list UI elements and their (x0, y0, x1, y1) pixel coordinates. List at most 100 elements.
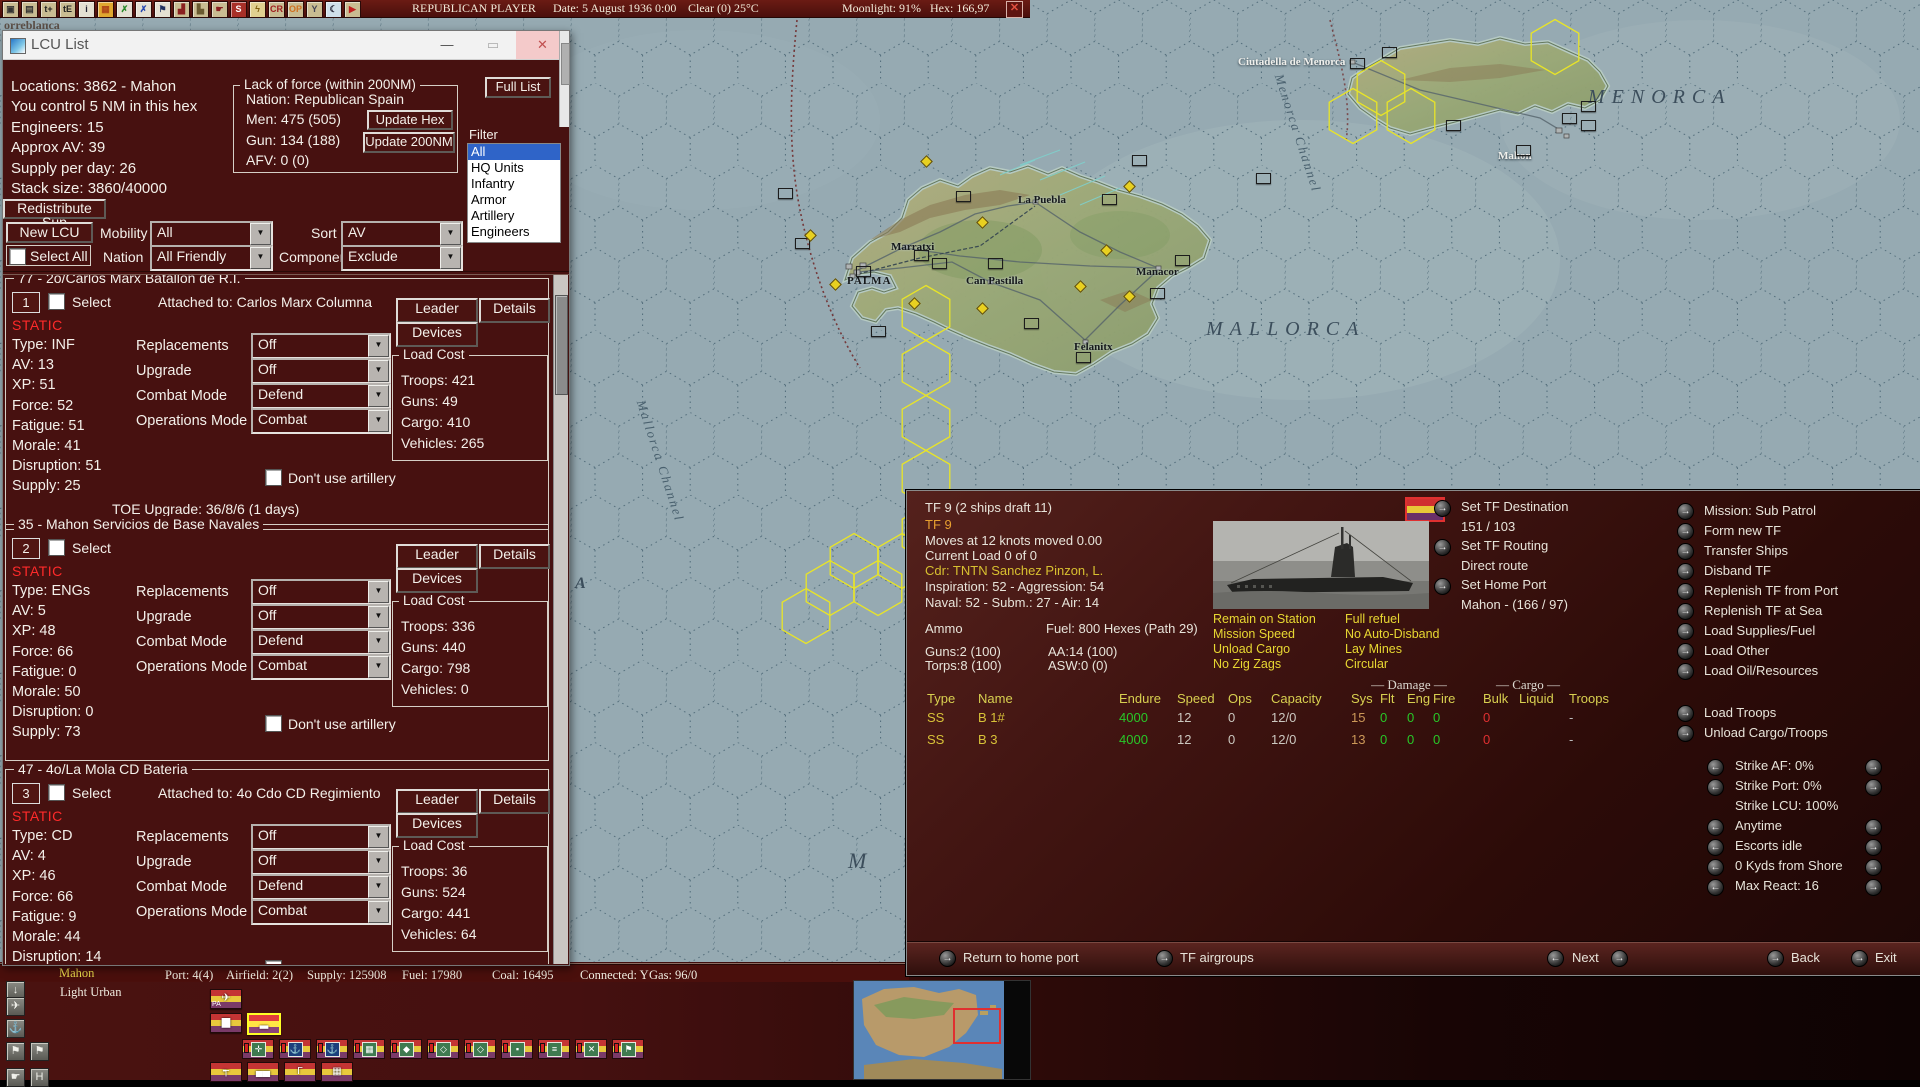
operations-mode-dropdown[interactable]: Combat▼ (251, 408, 391, 434)
arrow-icon[interactable]: → (1677, 583, 1694, 600)
chevron-down-icon[interactable]: ▼ (368, 385, 389, 407)
support-symbol-icon[interactable]: ┭ (211, 1064, 241, 1080)
support-symbol-icon[interactable]: ▦ (322, 1064, 352, 1080)
republican-flag-icon[interactable] (1132, 155, 1147, 166)
republican-flag-icon[interactable] (778, 188, 793, 199)
tf-status-toggle[interactable]: Full refuel (1345, 612, 1440, 626)
new-lcu-button[interactable]: New LCU (6, 222, 93, 243)
republican-flag-icon[interactable] (1562, 113, 1577, 124)
republican-flag-icon[interactable] (1076, 352, 1091, 363)
chevron-down-icon[interactable]: ▼ (440, 247, 461, 269)
decrease-arrow-button[interactable]: ← (1707, 859, 1724, 876)
unit-symbol-icon[interactable]: ✕ (584, 1042, 599, 1057)
combat-mode-dropdown[interactable]: Defend▼ (251, 383, 391, 409)
chevron-down-icon[interactable]: ▼ (368, 851, 389, 873)
unit-select-checkbox[interactable] (48, 293, 65, 310)
republican-flag-icon[interactable] (1256, 173, 1271, 184)
tf-status-toggle[interactable]: Mission Speed (1213, 627, 1316, 641)
arrow-icon[interactable]: → (1677, 543, 1694, 560)
unit-symbol-icon[interactable]: ⚑ (621, 1042, 636, 1057)
chevron-down-icon[interactable]: ▼ (368, 631, 389, 653)
ship-tile[interactable]: ▆ (210, 1013, 242, 1033)
update-hex-button[interactable]: Update Hex (367, 110, 453, 130)
ship-tile-selected[interactable]: ▂ (247, 1013, 281, 1035)
devices-button[interactable]: Devices (396, 568, 478, 593)
tf-dest-row[interactable]: Direct route (1461, 558, 1528, 573)
leader-button[interactable]: Leader (396, 544, 478, 569)
arrow-button[interactable]: → (1434, 539, 1451, 556)
tf-status-toggle[interactable]: No Auto-Disband (1345, 627, 1440, 641)
tf-airgroups-button[interactable]: TF airgroups (1180, 950, 1254, 965)
republican-flag-icon[interactable] (932, 258, 947, 269)
unit-number-button[interactable]: 3 (12, 783, 40, 804)
tf-command[interactable]: →Mission: Sub Patrol (1677, 503, 1838, 520)
tf-command[interactable]: →Disband TF (1677, 563, 1838, 580)
tf-command[interactable]: →Transfer Ships (1677, 543, 1838, 560)
arrow-icon[interactable]: → (1677, 725, 1694, 742)
upgrade-dropdown[interactable]: Off▼ (251, 604, 391, 630)
republican-flag-icon[interactable] (914, 250, 929, 261)
chevron-down-icon[interactable]: ▼ (368, 901, 389, 923)
upgrade-dropdown[interactable]: Off▼ (251, 358, 391, 384)
unit-symbol-icon[interactable]: ⚓ (325, 1042, 340, 1057)
republican-flag-icon[interactable] (1024, 318, 1039, 329)
next-arrow-icon[interactable]: → (1611, 950, 1628, 967)
unit-symbol-icon[interactable]: ≡ (547, 1042, 562, 1057)
unit-symbol-icon[interactable]: ▪ (510, 1042, 525, 1057)
select-all-checkbox[interactable] (9, 248, 26, 265)
tf-command[interactable]: →Load Troops (1677, 705, 1828, 722)
chevron-down-icon[interactable]: ▼ (250, 223, 271, 245)
increase-arrow-button[interactable]: → (1865, 759, 1882, 776)
tf-command[interactable]: →Load Oil/Resources (1677, 663, 1838, 680)
decrease-arrow-button[interactable]: ← (1707, 759, 1724, 776)
unit-symbol-icon[interactable]: ⚓ (288, 1042, 303, 1057)
filter-option[interactable]: Infantry (471, 176, 560, 192)
unit-select-checkbox[interactable] (48, 539, 65, 556)
support-symbol-icon[interactable]: Γ (285, 1064, 315, 1080)
prev-arrow-icon[interactable]: ← (1547, 950, 1564, 967)
tf-dest-row[interactable]: Set TF Destination (1461, 499, 1568, 514)
republican-flag-icon[interactable] (1102, 194, 1117, 205)
chevron-down-icon[interactable]: ▼ (440, 223, 461, 245)
chevron-down-icon[interactable]: ▼ (368, 410, 389, 432)
unit-symbol-icon[interactable]: ▦ (362, 1042, 377, 1057)
tf-command[interactable]: →Form new TF (1677, 523, 1838, 540)
arrow-icon[interactable]: → (939, 950, 956, 967)
tf-status-toggle[interactable]: Unload Cargo (1213, 642, 1316, 656)
chevron-down-icon[interactable]: ▼ (368, 656, 389, 678)
details-button[interactable]: Details (479, 789, 550, 814)
decrease-arrow-button[interactable]: ← (1707, 819, 1724, 836)
chevron-down-icon[interactable]: ▼ (368, 826, 389, 848)
chevron-down-icon[interactable]: ▼ (368, 581, 389, 603)
filter-option[interactable]: Armor (471, 192, 560, 208)
tf-dest-row[interactable]: Mahon - (166 / 97) (1461, 597, 1568, 612)
unit-symbol-icon[interactable]: ◇ (436, 1042, 451, 1057)
details-button[interactable]: Details (479, 298, 550, 323)
tf-status-toggle[interactable]: Remain on Station (1213, 612, 1316, 626)
arrow-button[interactable]: → (1434, 500, 1451, 517)
operations-mode-dropdown[interactable]: Combat▼ (251, 654, 391, 680)
artillery-checkbox[interactable] (265, 960, 282, 964)
mobility-dropdown[interactable]: All▼ (150, 221, 273, 247)
arrow-icon[interactable]: → (1851, 950, 1868, 967)
arrow-icon[interactable]: → (1677, 705, 1694, 722)
filter-option[interactable]: HQ Units (471, 160, 560, 176)
leader-button[interactable]: Leader (396, 298, 478, 323)
tf-status-toggle[interactable]: No Zig Zags (1213, 657, 1316, 671)
next-button[interactable]: Next (1572, 950, 1599, 965)
chevron-down-icon[interactable]: ▼ (250, 247, 271, 269)
components-dropdown[interactable]: Exclude▼ (341, 245, 463, 271)
arrow-icon[interactable]: → (1677, 523, 1694, 540)
devices-button[interactable]: Devices (396, 322, 478, 347)
decrease-arrow-button[interactable]: ← (1707, 839, 1724, 856)
full-list-button[interactable]: Full List (485, 77, 551, 98)
unit-list-scrollbar[interactable] (553, 275, 568, 964)
back-button[interactable]: Back (1791, 950, 1820, 965)
tf-command[interactable]: →Load Other (1677, 643, 1838, 660)
update-200nm-button[interactable]: Update 200NM (363, 132, 455, 153)
republican-flag-icon[interactable] (1446, 120, 1461, 131)
artillery-checkbox[interactable] (265, 715, 282, 732)
support-symbol-icon[interactable]: ▄▄ (248, 1064, 278, 1080)
tf-dest-row[interactable]: Set Home Port (1461, 577, 1546, 592)
leader-button[interactable]: Leader (396, 789, 478, 814)
